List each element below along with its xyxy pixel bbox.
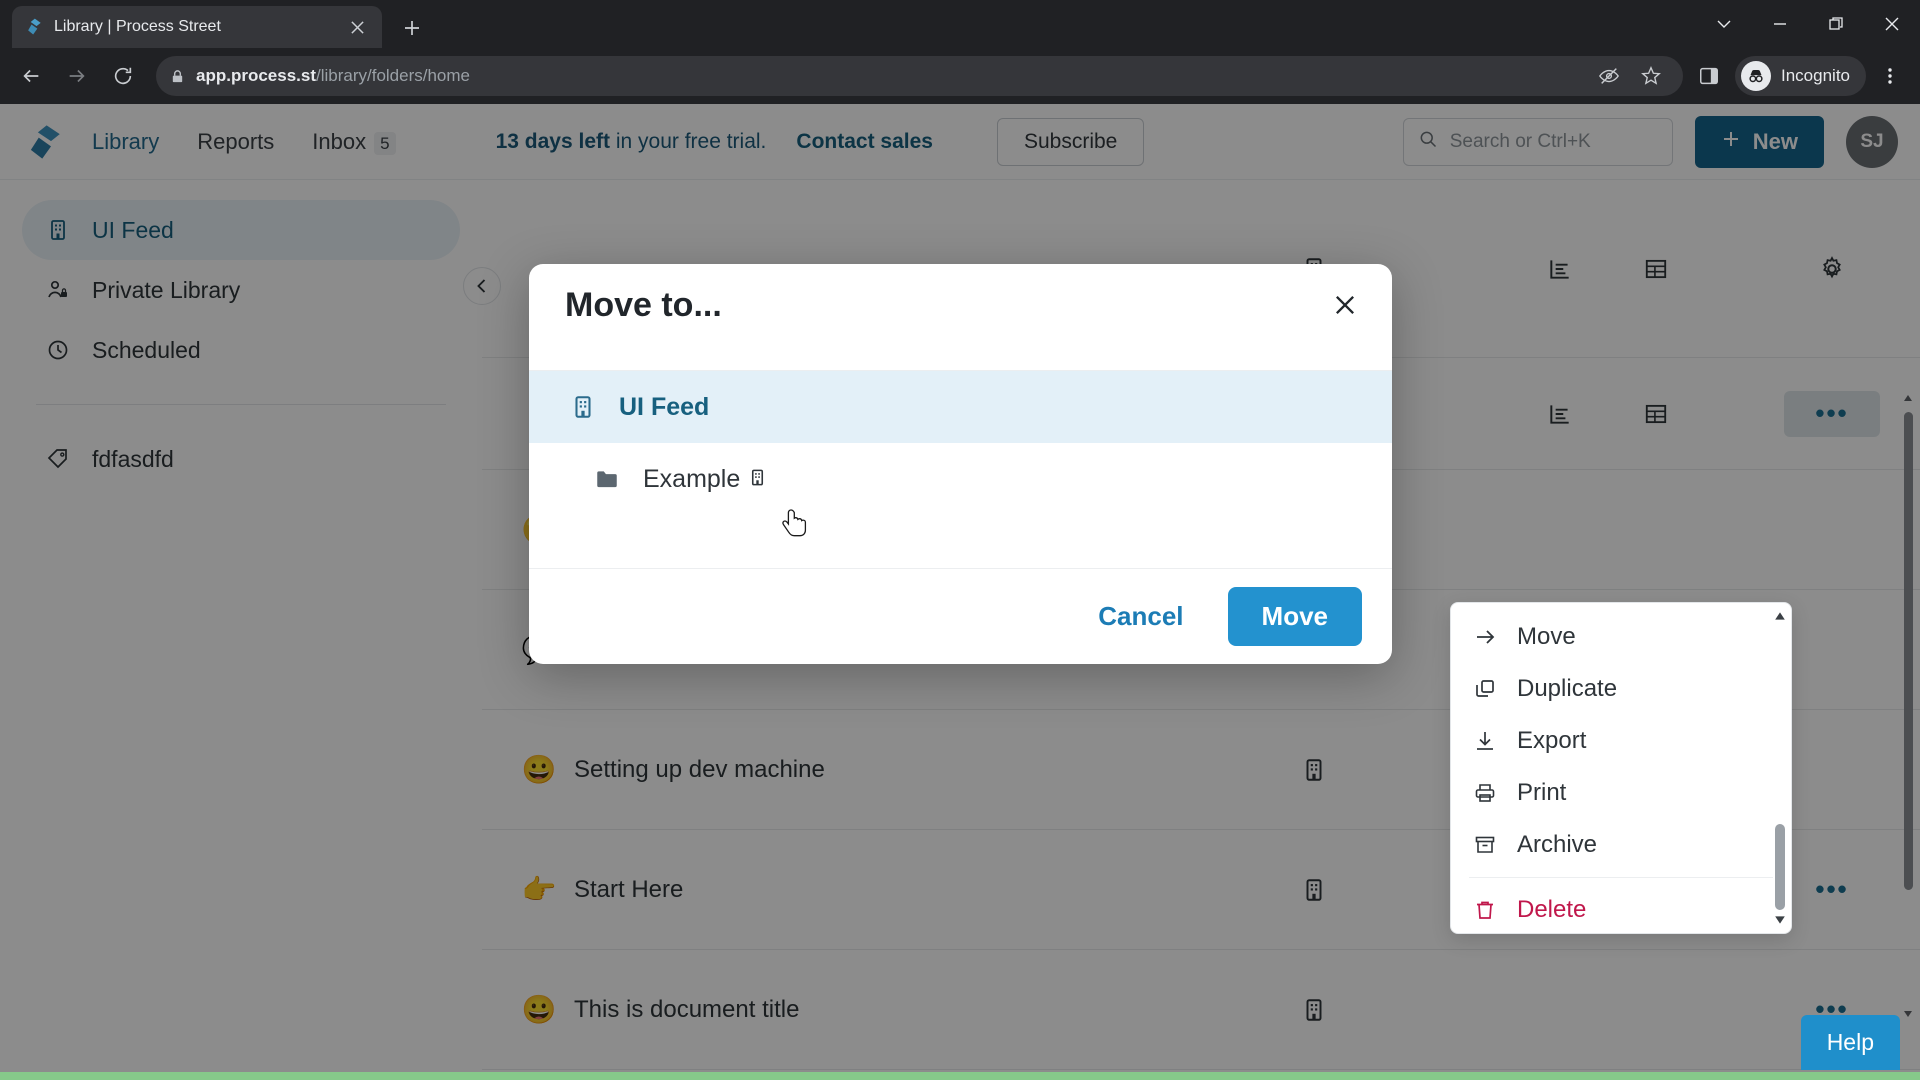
profile-label: Incognito [1781, 66, 1850, 85]
context-menu-item-label: Export [1517, 727, 1587, 754]
side-panel-icon[interactable] [1691, 58, 1727, 94]
tree-item-label: UI Feed [619, 392, 710, 421]
tracking-protection-icon[interactable] [1591, 58, 1627, 94]
forward-icon[interactable] [56, 55, 98, 97]
trash-icon [1471, 898, 1499, 922]
address-bar[interactable]: app.process.st/library/folders/home [156, 56, 1683, 96]
download-icon [1471, 729, 1499, 753]
window-controls [1696, 0, 1920, 48]
modal-footer: Cancel Move [529, 568, 1392, 664]
move-button[interactable]: Move [1227, 587, 1362, 646]
tab-title: Library | Process Street [54, 18, 221, 35]
help-button[interactable]: Help [1800, 1015, 1900, 1070]
copy-icon [1471, 677, 1499, 701]
folder-tree: UI Feed Example [529, 370, 1392, 568]
minimize-icon[interactable] [1752, 0, 1808, 48]
tree-item-example[interactable]: Example [529, 443, 1392, 515]
move-to-modal: Move to... UI Feed Example Cancel Move [529, 264, 1392, 664]
folder-icon [591, 466, 623, 492]
browser-tab[interactable]: Library | Process Street [12, 6, 382, 48]
browser-chrome: Library | Process Street app.process.st/… [0, 0, 1920, 104]
modal-title: Move to... [565, 286, 722, 324]
incognito-icon [1741, 61, 1771, 91]
row-context-menu[interactable]: Move Duplicate Export Print Archive Dele… [1450, 602, 1792, 934]
context-menu-item-label: Duplicate [1517, 675, 1618, 702]
tree-item-text: Example [643, 464, 741, 493]
context-menu-divider [1469, 877, 1773, 878]
web-page: Library Reports Inbox 5 13 days left in y… [0, 104, 1920, 1080]
scrollbar-thumb[interactable] [1775, 824, 1785, 910]
browser-menu-icon[interactable] [1870, 56, 1910, 96]
context-menu-item-archive[interactable]: Archive [1451, 819, 1791, 871]
arrow-right-icon [1471, 625, 1499, 649]
archive-icon [1471, 833, 1499, 857]
url-host: app.process.st [196, 66, 316, 85]
chevron-down-icon[interactable] [1696, 0, 1752, 48]
scroll-down-icon[interactable] [1773, 913, 1787, 927]
context-menu-item-export[interactable]: Export [1451, 715, 1791, 767]
context-menu-item-print[interactable]: Print [1451, 767, 1791, 819]
context-menu-item-label: Delete [1517, 896, 1587, 923]
printer-icon [1471, 781, 1499, 805]
context-menu-item-label: Print [1517, 779, 1567, 806]
new-tab-button[interactable] [396, 12, 428, 44]
cancel-button[interactable]: Cancel [1080, 591, 1201, 642]
bookmark-star-icon[interactable] [1633, 58, 1669, 94]
reload-icon[interactable] [102, 55, 144, 97]
bottom-accent-bar [0, 1072, 1920, 1080]
tree-item-ui-feed[interactable]: UI Feed [529, 371, 1392, 443]
back-icon[interactable] [10, 55, 52, 97]
modal-header: Move to... [529, 264, 1392, 370]
close-icon[interactable] [1864, 0, 1920, 48]
process-street-logo-icon [24, 17, 44, 37]
url-path: /library/folders/home [316, 66, 471, 85]
lock-icon [170, 69, 186, 84]
close-icon[interactable] [1320, 280, 1370, 330]
url-text: app.process.st/library/folders/home [196, 66, 470, 86]
scroll-up-icon[interactable] [1773, 609, 1787, 623]
context-menu-item-label: Archive [1517, 831, 1598, 858]
tree-item-label: Example [643, 465, 767, 494]
context-menu-item-label: Move [1517, 623, 1576, 650]
organization-icon [748, 468, 767, 487]
organization-icon [567, 394, 599, 420]
context-menu-item-duplicate[interactable]: Duplicate [1451, 663, 1791, 715]
profile-incognito-button[interactable]: Incognito [1735, 56, 1866, 96]
close-icon[interactable] [344, 14, 370, 40]
browser-toolbar: app.process.st/library/folders/home Inco… [0, 48, 1920, 104]
restore-icon[interactable] [1808, 0, 1864, 48]
context-menu-item-delete[interactable]: Delete [1451, 884, 1791, 933]
tab-strip: Library | Process Street [0, 0, 1920, 48]
context-menu-item-move[interactable]: Move [1451, 611, 1791, 663]
context-menu-scrollbar[interactable] [1773, 609, 1787, 927]
